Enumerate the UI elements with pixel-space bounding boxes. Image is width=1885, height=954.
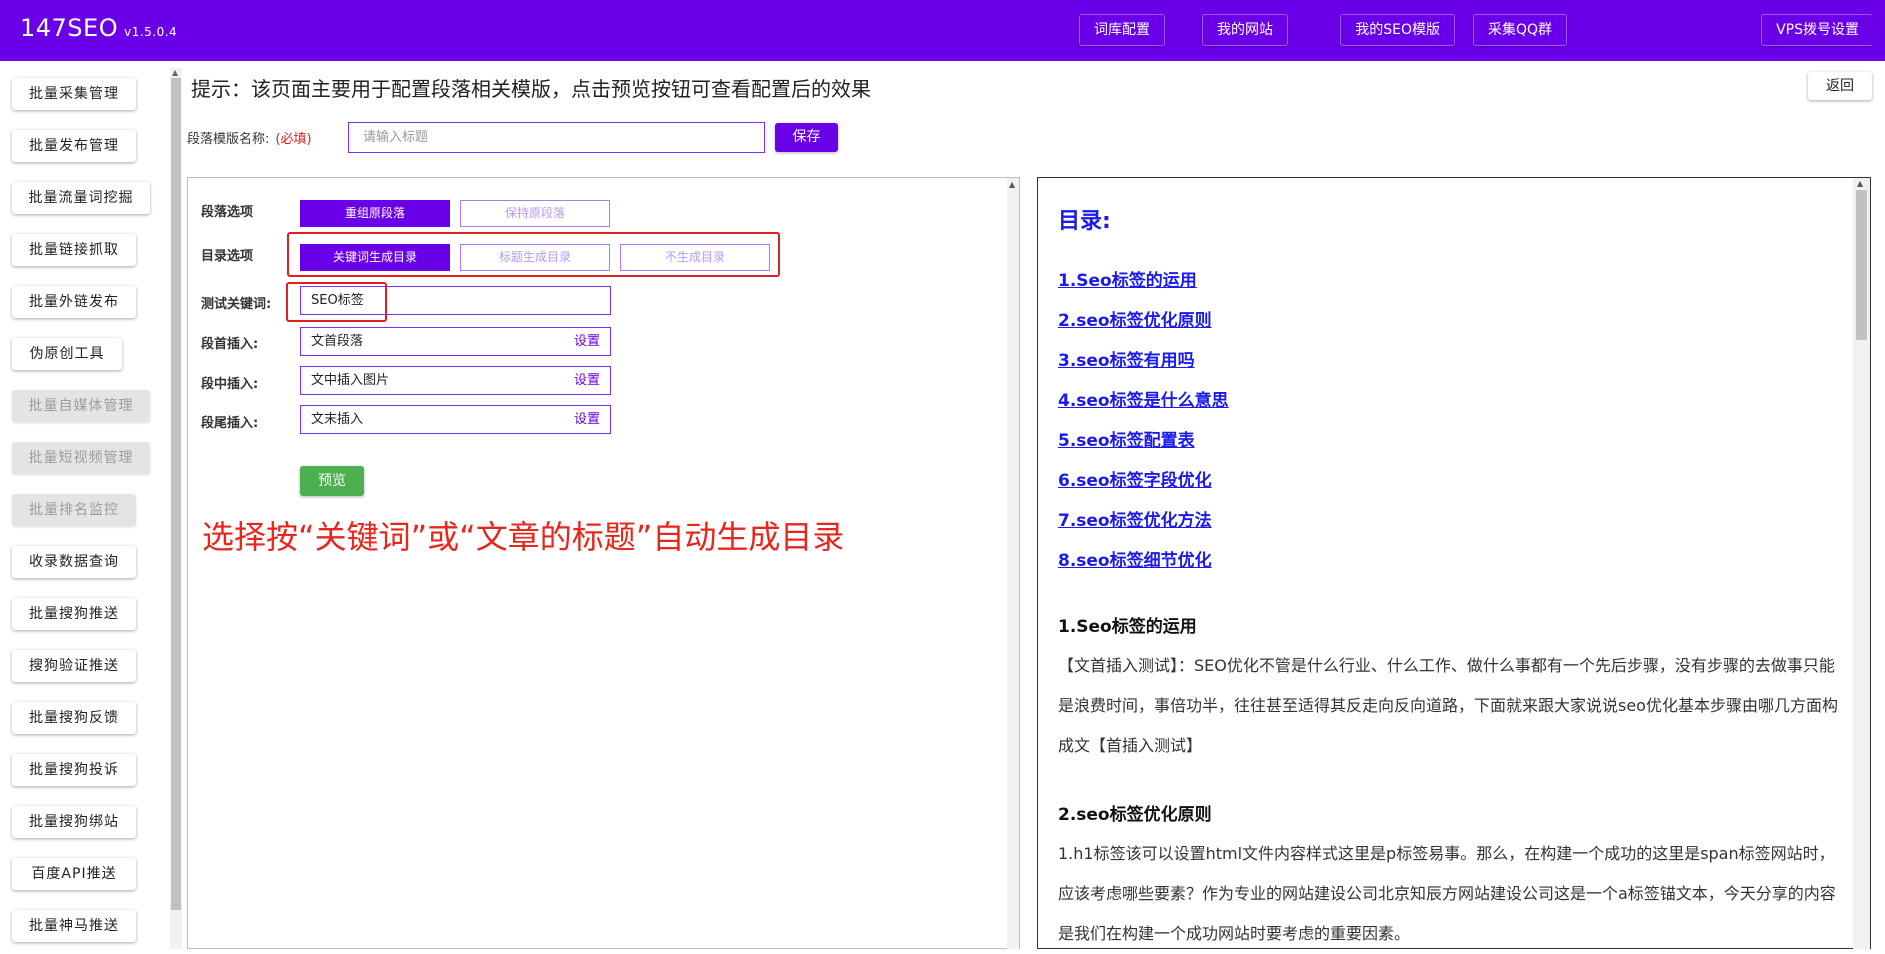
sidebar-scrollbar[interactable]: ▲ [170, 68, 182, 949]
paragraph-option-label: 段落选项 [201, 205, 254, 220]
template-name-label: 段落模版名称: (必填) [187, 128, 312, 147]
page-tip: 提示：该页面主要用于配置段落相关模版，点击预览按钮可查看配置后的效果 [191, 77, 871, 101]
nav-my-sites[interactable]: 我的网站 [1202, 14, 1288, 46]
option-keyword-toc[interactable]: 关键词生成目录 [300, 244, 450, 271]
save-button[interactable]: 保存 [775, 123, 838, 152]
scroll-up-arrow-icon[interactable]: ▲ [1009, 180, 1015, 189]
top-bar: 147SEO v1.5.0.4 词库配置 我的网站 我的SEO模版 采集QQ群 V… [0, 0, 1885, 61]
sidebar-item-sogou-bind[interactable]: 批量搜狗绑站 [12, 806, 136, 838]
insert-head-value: 文首段落 [311, 334, 364, 349]
preview-panel-scrollbar[interactable]: ▲ [1853, 178, 1870, 949]
toc-link[interactable]: 8.seo标签细节优化 [1058, 546, 1212, 571]
insert-tail-label: 段尾插入: [201, 416, 259, 431]
config-panel-scrollbar[interactable]: ▲ [1007, 178, 1019, 949]
highlight-box-keyword [286, 282, 387, 322]
option-keep-paragraph[interactable]: 保持原段落 [460, 200, 610, 227]
scroll-up-arrow-icon[interactable]: ▲ [1857, 179, 1863, 188]
test-keyword-label: 测试关键词: [201, 297, 272, 312]
scroll-up-arrow-icon[interactable]: ▲ [172, 68, 178, 77]
sidebar-item-rewrite-tool[interactable]: 伪原创工具 [12, 338, 122, 370]
sidebar-item-media-manage[interactable]: 批量自媒体管理 [12, 390, 150, 422]
option-title-toc[interactable]: 标题生成目录 [460, 244, 610, 271]
toc-link[interactable]: 6.seo标签字段优化 [1058, 466, 1212, 491]
template-name-input[interactable]: 请输入标题 [348, 122, 765, 153]
sidebar-item-shenma-push[interactable]: 批量神马推送 [12, 910, 136, 942]
sidebar-item-sogou-feedback[interactable]: 批量搜狗反馈 [12, 702, 136, 734]
insert-head-field[interactable]: 文首段落 设置 [300, 327, 611, 356]
nav-my-seo-templates[interactable]: 我的SEO模版 [1340, 14, 1455, 46]
app-brand: 147SEO v1.5.0.4 [20, 14, 177, 42]
insert-middle-label: 段中插入: [201, 377, 259, 392]
sidebar: 批量采集管理 批量发布管理 批量流量词挖掘 批量链接抓取 批量外链发布 伪原创工… [0, 61, 166, 949]
sidebar-item-index-query[interactable]: 收录数据查询 [12, 546, 136, 578]
insert-head-settings-link[interactable]: 设置 [574, 328, 600, 355]
option-no-toc[interactable]: 不生成目录 [620, 244, 770, 271]
sidebar-item-video-manage[interactable]: 批量短视频管理 [12, 442, 150, 474]
option-recombine-paragraph[interactable]: 重组原段落 [300, 200, 450, 227]
sidebar-item-rank-monitor[interactable]: 批量排名监控 [12, 494, 136, 526]
insert-middle-field[interactable]: 文中插入图片 设置 [300, 366, 611, 395]
sidebar-item-sogou-complaint[interactable]: 批量搜狗投诉 [12, 754, 136, 786]
template-name-label-text: 段落模版名称: [187, 132, 270, 147]
sidebar-item-sogou-verify-push[interactable]: 搜狗验证推送 [12, 650, 136, 682]
section-body: 1.h1标签该可以设置html文件内容样式这里是p标签易事。那么，在构建一个成功… [1058, 844, 1836, 943]
insert-middle-settings-link[interactable]: 设置 [574, 367, 600, 394]
sidebar-item-traffic-keywords[interactable]: 批量流量词挖掘 [12, 182, 150, 214]
insert-tail-settings-link[interactable]: 设置 [574, 406, 600, 433]
insert-tail-value: 文末插入 [311, 412, 364, 427]
nav-vps-dialup[interactable]: VPS拨号设置 [1761, 14, 1873, 46]
sidebar-scroll-thumb[interactable] [171, 78, 181, 910]
sidebar-item-link-crawl[interactable]: 批量链接抓取 [12, 234, 136, 266]
nav-qq-group[interactable]: 采集QQ群 [1472, 14, 1567, 46]
annotation-text: 选择按“关键词”或“文章的标题”自动生成目录 [202, 518, 845, 556]
toc-link[interactable]: 5.seo标签配置表 [1058, 426, 1195, 451]
brand-name: 147SEO [20, 14, 119, 42]
toc-link[interactable]: 3.seo标签有用吗 [1058, 346, 1195, 371]
required-mark: (必填) [275, 132, 312, 147]
toc-link[interactable]: 4.seo标签是什么意思 [1058, 386, 1229, 411]
preview-button[interactable]: 预览 [300, 466, 364, 496]
version-label: v1.5.0.4 [124, 25, 178, 39]
sidebar-item-sogou-push[interactable]: 批量搜狗推送 [12, 598, 136, 630]
section-heading: 1.Seo标签的运用 [1058, 617, 1197, 637]
insert-middle-value: 文中插入图片 [311, 373, 390, 388]
sidebar-item-batch-collect[interactable]: 批量采集管理 [12, 78, 136, 110]
nav-lexicon-config[interactable]: 词库配置 [1079, 14, 1165, 46]
section-heading: 2.seo标签优化原则 [1058, 805, 1212, 825]
toc-link[interactable]: 1.Seo标签的运用 [1058, 266, 1197, 291]
toc-option-label: 目录选项 [201, 249, 254, 264]
insert-head-label: 段首插入: [201, 337, 259, 352]
toc-title: 目录: [1058, 209, 1111, 234]
preview-scroll-thumb[interactable] [1856, 190, 1867, 340]
sidebar-item-backlink-publish[interactable]: 批量外链发布 [12, 286, 136, 318]
sidebar-item-batch-publish[interactable]: 批量发布管理 [12, 130, 136, 162]
toc-link[interactable]: 2.seo标签优化原则 [1058, 306, 1212, 331]
back-button[interactable]: 返回 [1808, 72, 1872, 100]
sidebar-item-baidu-api-push[interactable]: 百度API推送 [12, 858, 136, 890]
insert-tail-field[interactable]: 文末插入 设置 [300, 405, 611, 434]
toc-link[interactable]: 7.seo标签优化方法 [1058, 506, 1212, 531]
section-body: 【文首插入测试】：SEO优化不管是什么行业、什么工作、做什么事都有一个先后步骤，… [1058, 656, 1838, 755]
